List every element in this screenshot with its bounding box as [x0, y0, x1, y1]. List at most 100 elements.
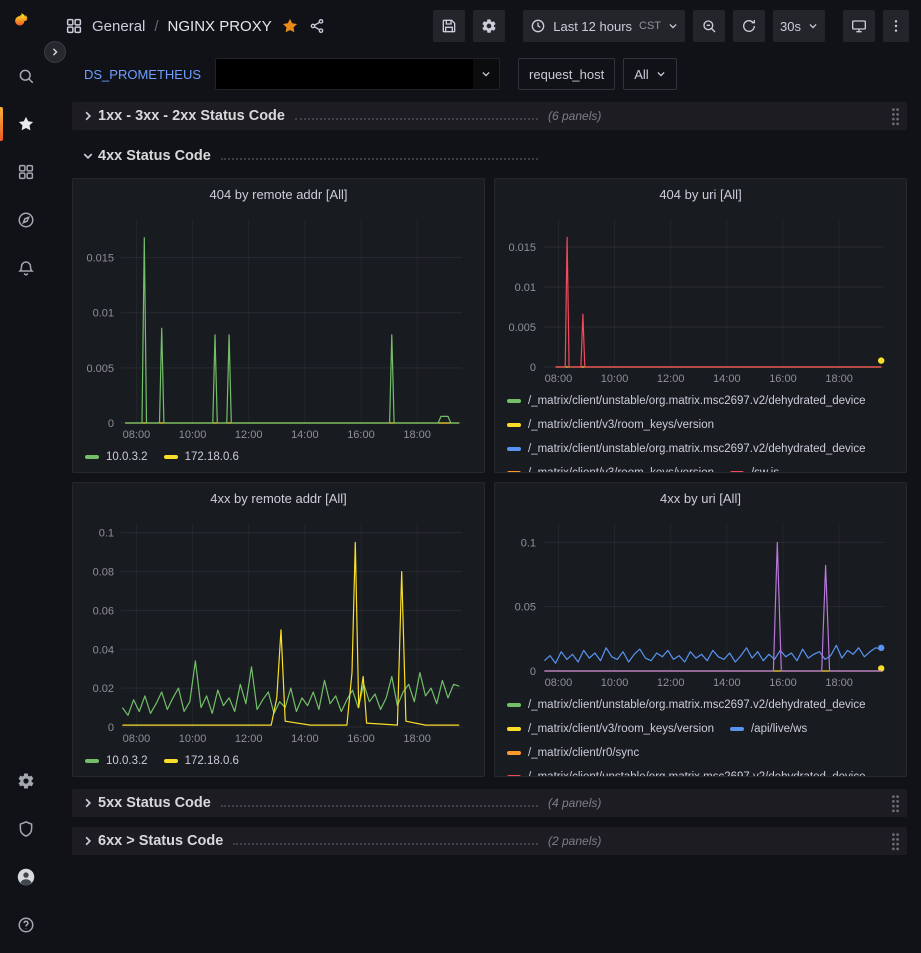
svg-text:18:00: 18:00	[403, 429, 431, 441]
legend-item[interactable]: 172.18.0.6	[164, 449, 239, 465]
gear-icon	[17, 772, 35, 790]
legend-item[interactable]: /_matrix/client/v3/room_keys/version	[507, 417, 714, 433]
sidebar	[0, 52, 52, 953]
panels-grid: 404 by remote addr [All] 08:0010:0012:00…	[72, 178, 907, 777]
legend-item[interactable]: /_matrix/client/v3/room_keys/version	[507, 721, 714, 737]
row-title: 4xx Status Code	[98, 148, 211, 164]
panel-title[interactable]: 4xx by uri [All]	[495, 483, 906, 513]
legend-label: /_matrix/client/unstable/org.matrix.msc2…	[528, 769, 866, 776]
request-host-variable-label[interactable]: request_host	[518, 58, 615, 90]
dashboard-variables-row: DS_PROMETHEUS request_host All	[72, 52, 907, 96]
grafana-logo[interactable]	[13, 12, 41, 40]
row-header-4xx[interactable]: 4xx Status Code	[72, 142, 907, 170]
legend-swatch	[507, 727, 521, 731]
svg-text:12:00: 12:00	[657, 373, 685, 385]
legend-item[interactable]: /_matrix/client/unstable/org.matrix.msc2…	[507, 393, 866, 409]
panel-title[interactable]: 404 by remote addr [All]	[73, 179, 484, 209]
clock-icon	[530, 18, 546, 34]
row-title: 1xx - 3xx - 2xx Status Code	[98, 108, 285, 124]
panel-title[interactable]: 4xx by remote addr [All]	[73, 483, 484, 513]
legend-item[interactable]: 10.0.3.2	[85, 753, 148, 769]
svg-text:08:00: 08:00	[123, 429, 151, 441]
row-leader-dots	[233, 843, 538, 845]
svg-text:16:00: 16:00	[347, 429, 375, 441]
legend-swatch	[507, 471, 521, 472]
refresh-interval-select[interactable]: 30s	[773, 10, 825, 42]
legend-item[interactable]: 10.0.3.2	[85, 449, 148, 465]
legend-item[interactable]: /_matrix/client/v3/room_keys/version	[507, 465, 714, 472]
chevron-down-icon	[668, 21, 678, 31]
row-header-6xx[interactable]: 6xx > Status Code (2 panels)	[72, 827, 907, 855]
favorite-star-icon[interactable]	[281, 17, 299, 35]
time-series-chart[interactable]: 08:0010:0012:0014:0016:0018:0000.0050.01…	[501, 209, 900, 387]
row-header-1xx[interactable]: 1xx - 3xx - 2xx Status Code (6 panels)	[72, 102, 907, 130]
toolbar: Last 12 hours CST 30s	[433, 10, 909, 42]
time-series-chart[interactable]: 08:0010:0012:0014:0016:0018:0000.0050.01…	[79, 209, 478, 443]
row-drag-handle[interactable]	[890, 107, 901, 126]
panel-4xx-by-remote-addr: 4xx by remote addr [All] 08:0010:0012:00…	[72, 482, 485, 777]
svg-text:12:00: 12:00	[657, 677, 685, 689]
breadcrumb-section[interactable]: General	[92, 18, 145, 35]
legend-swatch	[507, 751, 521, 755]
svg-text:08:00: 08:00	[545, 677, 573, 689]
dashboard-title[interactable]: NGINX PROXY	[168, 18, 272, 35]
chevron-down-icon	[656, 69, 666, 79]
legend-label: 172.18.0.6	[185, 449, 239, 465]
time-range-label: Last 12 hours	[553, 19, 632, 34]
request-host-value: All	[634, 67, 648, 82]
share-icon[interactable]	[309, 18, 325, 34]
legend-label: /_matrix/client/unstable/org.matrix.msc2…	[528, 393, 866, 409]
legend-item[interactable]: /_matrix/client/unstable/org.matrix.msc2…	[507, 769, 866, 776]
datasource-variable-label[interactable]: DS_PROMETHEUS	[84, 67, 201, 82]
legend-label: 10.0.3.2	[106, 753, 148, 769]
dashboard-settings-button[interactable]	[473, 10, 505, 42]
save-icon	[441, 18, 457, 34]
legend-item[interactable]: /_matrix/client/unstable/org.matrix.msc2…	[507, 441, 866, 457]
svg-text:0.05: 0.05	[515, 602, 536, 614]
datasource-select[interactable]	[215, 58, 500, 90]
refresh-button[interactable]	[733, 10, 765, 42]
svg-text:14:00: 14:00	[291, 429, 319, 441]
sidebar-item-dashboards[interactable]	[0, 148, 52, 196]
panel-4xx-by-uri: 4xx by uri [All] 08:0010:0012:0014:0016:…	[494, 482, 907, 777]
legend-label: /_matrix/client/v3/room_keys/version	[528, 721, 714, 737]
time-series-chart[interactable]: 08:0010:0012:0014:0016:0018:0000.050.1	[501, 513, 900, 691]
sidebar-item-server-admin[interactable]	[0, 805, 52, 853]
tv-mode-button[interactable]	[843, 10, 875, 42]
svg-text:12:00: 12:00	[235, 429, 263, 441]
sidebar-item-help[interactable]	[0, 901, 52, 949]
legend-item[interactable]: /_matrix/client/unstable/org.matrix.msc2…	[507, 697, 866, 713]
sidebar-item-starred[interactable]	[0, 100, 52, 148]
sidebar-item-search[interactable]	[0, 52, 52, 100]
svg-text:18:00: 18:00	[403, 733, 431, 745]
svg-text:0.01: 0.01	[515, 282, 536, 294]
drag-grip-icon	[890, 832, 901, 851]
request-host-value-select[interactable]: All	[623, 58, 676, 90]
legend-item[interactable]: /_matrix/client/r0/sync	[507, 745, 639, 761]
time-range-picker[interactable]: Last 12 hours CST	[523, 10, 685, 42]
row-drag-handle[interactable]	[890, 832, 901, 851]
row-leader-dots	[221, 158, 538, 160]
svg-text:10:00: 10:00	[179, 429, 207, 441]
row-leader-dots	[295, 118, 538, 120]
row-header-5xx[interactable]: 5xx Status Code (4 panels)	[72, 789, 907, 817]
row-drag-handle[interactable]	[890, 794, 901, 813]
sidebar-item-alerting[interactable]	[0, 244, 52, 292]
svg-text:14:00: 14:00	[713, 373, 741, 385]
row-title: 5xx Status Code	[98, 795, 211, 811]
chevron-down-icon	[78, 150, 98, 162]
sidebar-expand-button[interactable]	[44, 41, 66, 63]
legend-swatch	[507, 703, 521, 707]
save-dashboard-button[interactable]	[433, 10, 465, 42]
sidebar-item-profile[interactable]	[0, 853, 52, 901]
legend-item[interactable]: /api/live/ws	[730, 721, 807, 737]
zoom-out-time-button[interactable]	[693, 10, 725, 42]
legend-item[interactable]: /sw.js	[730, 465, 779, 472]
time-series-chart[interactable]: 08:0010:0012:0014:0016:0018:0000.020.040…	[79, 513, 478, 747]
dashboard-menu-button[interactable]	[883, 10, 909, 42]
svg-text:10:00: 10:00	[601, 373, 629, 385]
sidebar-item-explore[interactable]	[0, 196, 52, 244]
legend-item[interactable]: 172.18.0.6	[164, 753, 239, 769]
panel-title[interactable]: 404 by uri [All]	[495, 179, 906, 209]
sidebar-item-configuration[interactable]	[0, 757, 52, 805]
